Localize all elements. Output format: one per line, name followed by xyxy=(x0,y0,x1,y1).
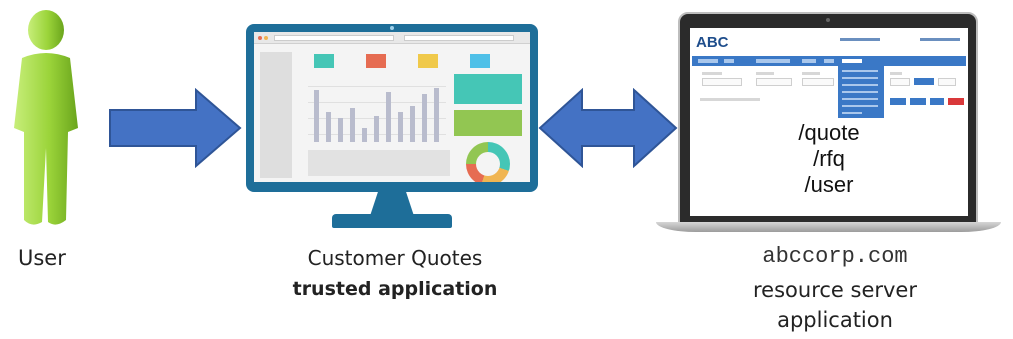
chart-bar xyxy=(398,112,403,142)
chart-bar xyxy=(422,94,427,142)
bar-chart-thumbnail xyxy=(308,76,446,142)
user-label: User xyxy=(18,246,66,270)
browser-minimize-dot xyxy=(264,36,268,40)
server-label: resource server xyxy=(753,278,917,302)
nav-dropdown-menu xyxy=(838,66,884,118)
header-user-info xyxy=(840,38,880,41)
kpi-tile-blue xyxy=(470,54,490,68)
monitor-base xyxy=(332,214,452,228)
nav-item xyxy=(824,59,834,63)
action-button xyxy=(910,98,926,105)
kpi-tile-red xyxy=(366,54,386,68)
nav-item xyxy=(802,59,816,63)
chart-bar xyxy=(434,88,439,142)
monitor-neck xyxy=(370,192,414,216)
laptop-screen: ABC /quote /rfq /user xyxy=(690,28,968,216)
nav-item-active xyxy=(842,59,862,63)
kpi-tile-yellow xyxy=(418,54,438,68)
monitor-frame xyxy=(246,24,538,192)
laptop-icon: ABC /quote /rfq /user xyxy=(656,12,1001,234)
panel-green xyxy=(454,110,522,136)
nav-item xyxy=(756,59,790,63)
client-app-sublabel: trusted application xyxy=(292,278,498,300)
client-app-label: Customer Quotes xyxy=(307,246,483,270)
abc-logo: ABC xyxy=(696,34,729,51)
monitor-camera-dot xyxy=(390,26,394,30)
chart-bar xyxy=(326,112,331,142)
chart-bar xyxy=(362,128,367,142)
browser-toolbar xyxy=(254,32,530,44)
kpi-tile-teal xyxy=(314,54,334,68)
header-logout xyxy=(920,38,960,41)
server-sublabel: application xyxy=(777,308,893,332)
route-user: /user xyxy=(804,172,854,197)
action-button xyxy=(930,98,944,105)
panel-gray xyxy=(308,150,450,176)
donut-chart-icon xyxy=(466,142,510,182)
desktop-monitor-icon xyxy=(246,24,538,234)
delete-button xyxy=(948,98,964,105)
chart-bar xyxy=(410,106,415,142)
panel-teal xyxy=(454,74,522,104)
monitor-screen xyxy=(254,32,530,182)
site-navbar xyxy=(692,56,966,66)
laptop-camera-dot xyxy=(826,18,830,22)
search-button xyxy=(914,78,934,85)
chart-bar xyxy=(314,90,319,142)
chart-bar xyxy=(338,118,343,142)
user-person-icon xyxy=(14,10,78,225)
chart-bar xyxy=(386,92,391,142)
browser-search-bar xyxy=(404,35,514,41)
browser-address-bar xyxy=(274,35,394,41)
arrow-user-to-app xyxy=(109,88,242,168)
server-domain: abccorp.com xyxy=(762,244,908,269)
chart-bar xyxy=(350,108,355,142)
action-button xyxy=(890,98,906,105)
laptop-base xyxy=(656,222,1001,232)
browser-close-dot xyxy=(258,36,262,40)
app-sidebar xyxy=(260,52,292,178)
nav-item xyxy=(724,59,734,63)
donut-hole xyxy=(476,152,500,176)
route-rfq: /rfq xyxy=(813,146,845,171)
route-quote: /quote xyxy=(798,120,860,145)
chart-bar xyxy=(374,116,379,142)
nav-item xyxy=(698,59,718,63)
